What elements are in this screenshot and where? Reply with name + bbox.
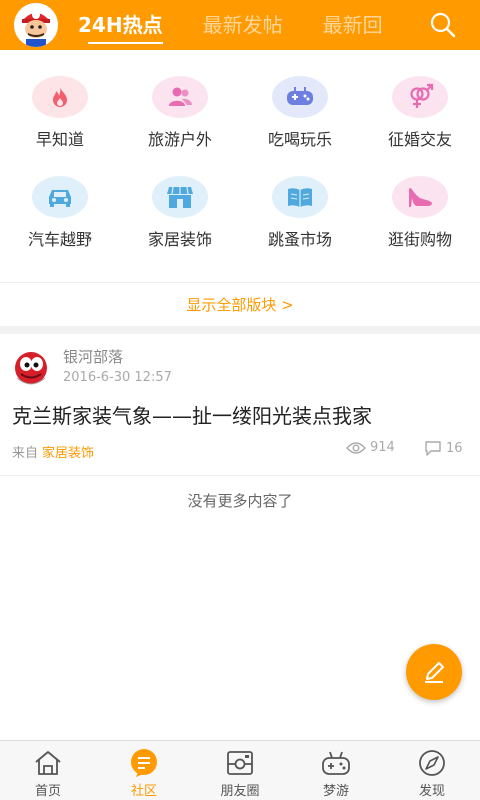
nav-moments[interactable]: 朋友圈 xyxy=(192,741,288,800)
category-zaozhidao[interactable]: 早知道 xyxy=(0,50,120,150)
store-icon xyxy=(152,176,208,218)
post-author-avatar[interactable] xyxy=(12,348,50,386)
category-grid: 早知道 旅游户外 吃喝玩乐 征婚交友 汽车越野 家居装饰 跳蚤市场 逛街购物 xyxy=(0,50,480,280)
show-all-boards-link[interactable]: 显示全部版块 > xyxy=(0,282,480,326)
high-heel-icon xyxy=(392,176,448,218)
category-cars[interactable]: 汽车越野 xyxy=(0,150,120,250)
game-controller-icon xyxy=(320,747,352,779)
post-board-link[interactable]: 家居装饰 xyxy=(42,446,94,461)
nav-label: 社区 xyxy=(130,784,157,799)
post-card[interactable]: 银河部落 2016-6-30 12:57 克兰斯家装气象——扯一缕阳光装点我家 … xyxy=(0,334,480,476)
no-more-content-text: 没有更多内容了 xyxy=(187,492,293,510)
category-food-fun[interactable]: 吃喝玩乐 xyxy=(240,50,360,150)
category-home-decor[interactable]: 家居装饰 xyxy=(120,150,240,250)
category-label: 逛街购物 xyxy=(387,230,452,249)
post-source: 来自 家居装饰 xyxy=(12,442,94,461)
comment-icon xyxy=(425,441,441,456)
home-icon xyxy=(32,747,64,779)
compose-post-button[interactable] xyxy=(406,644,462,700)
category-label: 吃喝玩乐 xyxy=(267,130,332,149)
flame-icon xyxy=(32,76,88,118)
post-title[interactable]: 克兰斯家装气象——扯一缕阳光装点我家 xyxy=(12,400,372,429)
category-flea-market[interactable]: 跳蚤市场 xyxy=(240,150,360,250)
nav-label: 发现 xyxy=(418,784,445,799)
tab-latest-posts[interactable]: 最新发帖 xyxy=(203,0,283,50)
user-avatar[interactable] xyxy=(14,3,58,47)
comment-count-value: 16 xyxy=(446,440,463,456)
pencil-icon xyxy=(425,662,444,683)
nav-home[interactable]: 首页 xyxy=(0,741,96,800)
nav-community[interactable]: 社区 xyxy=(96,741,192,800)
view-count: 914 xyxy=(346,440,395,455)
mario-avatar-icon xyxy=(14,3,58,47)
community-icon xyxy=(128,747,160,779)
post-author-name[interactable]: 银河部落 xyxy=(63,346,123,367)
search-icon[interactable] xyxy=(428,10,458,40)
post-source-prefix: 来自 xyxy=(12,446,39,461)
tab-latest-replies[interactable]: 最新回 xyxy=(323,0,383,50)
nav-label: 梦游 xyxy=(322,784,349,799)
category-label: 旅游户外 xyxy=(147,130,212,149)
red-ball-avatar-icon xyxy=(15,352,47,385)
gender-icon xyxy=(392,76,448,118)
category-label: 征婚交友 xyxy=(387,130,452,149)
top-bar: 24H热点 最新发帖 最新回 xyxy=(0,0,480,50)
tab-24h-hot[interactable]: 24H热点 xyxy=(78,0,163,50)
book-icon xyxy=(272,176,328,218)
bottom-navigation: 首页 社区 朋友圈 梦游 发现 xyxy=(0,740,480,800)
section-divider xyxy=(0,326,480,334)
category-label: 汽车越野 xyxy=(27,230,92,249)
category-travel-outdoor[interactable]: 旅游户外 xyxy=(120,50,240,150)
category-label: 家居装饰 xyxy=(147,230,212,249)
people-icon xyxy=(152,76,208,118)
nav-label: 首页 xyxy=(34,784,61,799)
category-dating[interactable]: 征婚交友 xyxy=(360,50,480,150)
eye-icon xyxy=(346,441,366,454)
comment-count: 16 xyxy=(424,440,463,456)
category-label: 跳蚤市场 xyxy=(267,230,332,249)
gamepad-icon xyxy=(272,76,328,118)
car-icon xyxy=(32,176,88,218)
category-label: 早知道 xyxy=(35,130,84,149)
header-tabs: 24H热点 最新发帖 最新回 xyxy=(78,0,428,50)
compass-icon xyxy=(416,747,448,779)
nav-mengyou[interactable]: 梦游 xyxy=(288,741,384,800)
post-timestamp: 2016-6-30 12:57 xyxy=(63,370,172,385)
nav-label: 朋友圈 xyxy=(220,784,260,799)
camera-icon xyxy=(224,747,256,779)
category-shopping[interactable]: 逛街购物 xyxy=(360,150,480,250)
view-count-value: 914 xyxy=(370,440,395,455)
nav-discover[interactable]: 发现 xyxy=(384,741,480,800)
